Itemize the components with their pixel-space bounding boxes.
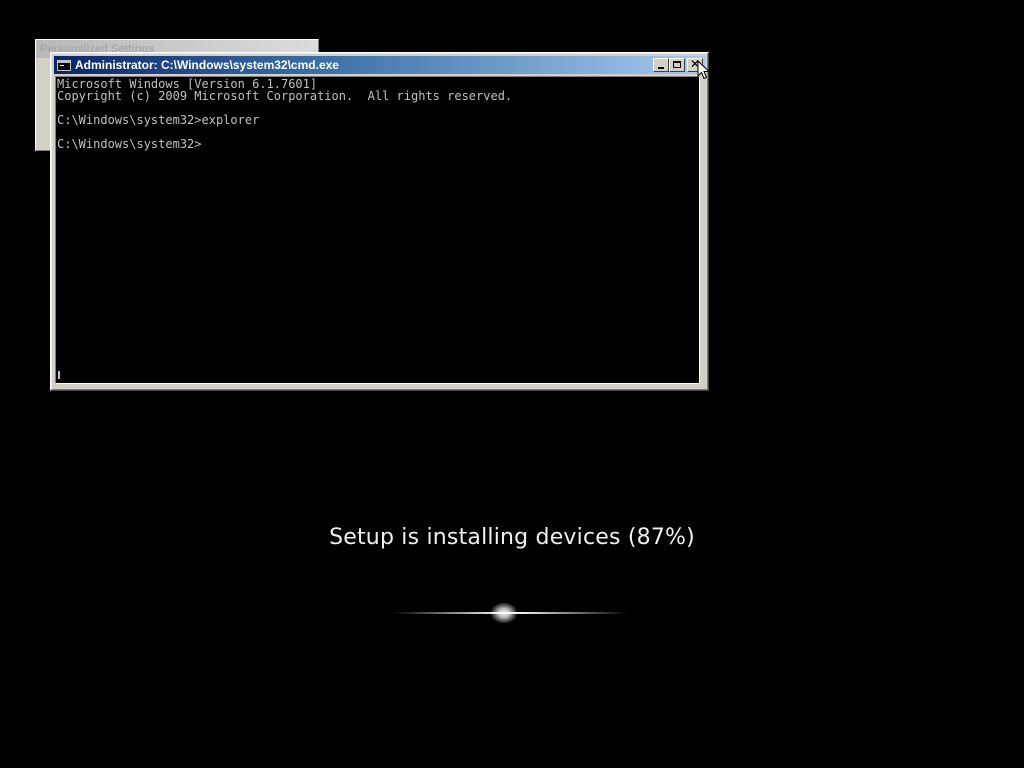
glow-core — [490, 602, 518, 624]
console-line: C:\Windows\system32>explorer — [57, 113, 260, 127]
maximize-button[interactable] — [669, 58, 685, 72]
minimize-icon — [658, 67, 664, 69]
setup-status-text: Setup is installing devices (87%) — [329, 525, 695, 550]
console-app-icon[interactable] — [57, 59, 71, 71]
console-line: Copyright (c) 2009 Microsoft Corporation… — [57, 89, 513, 103]
setup-progress-glow — [392, 602, 628, 624]
window-controls: ✕ — [653, 57, 703, 72]
mouse-pointer-icon — [697, 60, 711, 80]
console-cursor — [58, 371, 60, 379]
maximize-icon — [673, 61, 681, 68]
desktop-screen: Personalized Settings Administrator: C:\… — [0, 0, 1024, 768]
console-output[interactable]: Microsoft Windows [Version 6.1.7601] Cop… — [55, 76, 700, 384]
minimize-button[interactable] — [653, 58, 669, 72]
cmd-titlebar[interactable]: Administrator: C:\Windows\system32\cmd.e… — [54, 56, 705, 74]
cmd-window-title: Administrator: C:\Windows\system32\cmd.e… — [75, 58, 339, 72]
cmd-window[interactable]: Administrator: C:\Windows\system32\cmd.e… — [50, 52, 709, 391]
console-prompt-line: C:\Windows\system32> — [57, 137, 202, 151]
